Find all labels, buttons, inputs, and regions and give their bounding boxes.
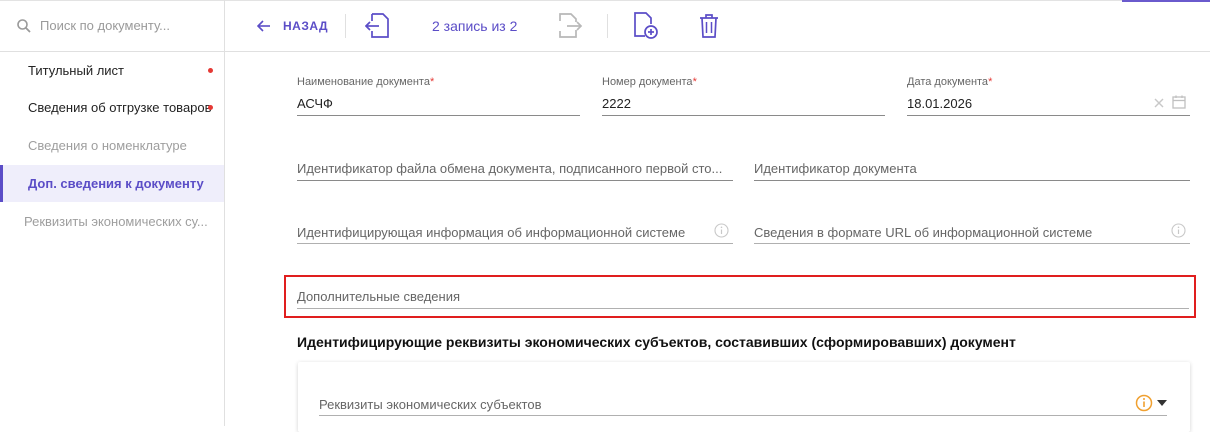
document-date-label: Дата документа* <box>907 76 993 88</box>
document-id-field[interactable]: Идентификатор документа <box>754 158 1190 181</box>
back-button[interactable]: НАЗАД <box>257 0 328 52</box>
clear-icon[interactable] <box>1153 97 1165 109</box>
previous-record-button[interactable] <box>365 0 391 52</box>
entities-card: Реквизиты экономических субъектов <box>298 362 1190 432</box>
entities-select[interactable]: Реквизиты экономических субъектов <box>319 394 1167 416</box>
document-date-field[interactable]: Дата документа* 18.01.2026 <box>907 76 1190 116</box>
document-number-value: 2222 <box>602 96 631 111</box>
info-system-url-field[interactable]: Сведения в формате URL об информационной… <box>754 221 1190 244</box>
info-icon[interactable] <box>1171 223 1186 238</box>
info-system-url-placeholder: Сведения в формате URL об информационной… <box>754 225 1093 240</box>
document-number-field[interactable]: Номер документа* 2222 <box>602 76 885 116</box>
document-number-label: Номер документа* <box>602 76 697 88</box>
document-id-placeholder: Идентификатор документа <box>754 161 917 176</box>
toolbar: НАЗАД 2 запись из 2 <box>225 0 1210 52</box>
sidebar-item-label: Титульный лист <box>28 63 125 78</box>
document-date-value: 18.01.2026 <box>907 96 973 111</box>
entities-select-placeholder: Реквизиты экономических субъектов <box>319 397 542 412</box>
sidebar-item-label: Сведения об отгрузке товаров <box>28 100 212 115</box>
sidebar-item-additional-info[interactable]: Доп. сведения к документу <box>0 165 224 202</box>
add-document-button[interactable] <box>632 0 660 52</box>
document-name-value: АСЧФ <box>297 96 333 111</box>
document-name-label: Наименование документа* <box>297 76 435 88</box>
info-icon[interactable] <box>714 223 729 238</box>
sidebar-item-title-page[interactable]: Титульный лист <box>0 52 224 89</box>
additional-info-field[interactable]: Дополнительные сведения <box>297 286 1189 309</box>
exchange-file-id-field[interactable]: Идентификатор файла обмена документа, по… <box>297 158 733 181</box>
info-system-id-field[interactable]: Идентифицирующая информация об информаци… <box>297 221 733 244</box>
document-previous-icon <box>365 13 389 38</box>
exchange-file-id-placeholder: Идентификатор файла обмена документа, по… <box>297 161 723 176</box>
delete-button[interactable] <box>698 0 720 52</box>
back-label: НАЗАД <box>283 19 329 33</box>
required-dot <box>208 68 213 73</box>
sidebar-item-label: Сведения о номенклатуре <box>28 138 187 153</box>
document-name-field[interactable]: Наименование документа* АСЧФ <box>297 76 580 116</box>
calendar-icon[interactable] <box>1172 95 1186 109</box>
document-next-icon <box>559 13 583 38</box>
arrow-left-icon <box>257 20 270 32</box>
chevron-down-icon[interactable] <box>1157 400 1167 406</box>
sidebar: Титульный лист Сведения об отгрузке това… <box>0 0 225 426</box>
search-box <box>0 0 224 52</box>
trash-icon <box>700 14 718 38</box>
sidebar-item-nomenclature[interactable]: Сведения о номенклатуре <box>0 127 224 164</box>
required-dot <box>208 105 213 110</box>
toolbar-divider <box>345 14 346 38</box>
sidebar-item-entity-requisites[interactable]: Реквизиты экономических су... <box>0 203 224 240</box>
warning-info-icon[interactable] <box>1135 394 1153 412</box>
record-counter: 2 запись из 2 <box>432 18 518 34</box>
search-icon <box>17 18 31 33</box>
next-record-button[interactable] <box>557 0 583 52</box>
sidebar-item-label: Реквизиты экономических су... <box>24 214 208 229</box>
document-add-icon <box>634 12 658 39</box>
sidebar-item-shipment-info[interactable]: Сведения об отгрузке товаров <box>0 89 224 126</box>
search-input[interactable] <box>40 18 210 33</box>
info-system-id-placeholder: Идентифицирующая информация об информаци… <box>297 225 686 240</box>
sidebar-item-label: Доп. сведения к документу <box>28 176 204 191</box>
toolbar-divider <box>607 14 608 38</box>
section-title: Идентифицирующие реквизиты экономических… <box>297 334 1016 350</box>
additional-info-placeholder: Дополнительные сведения <box>297 289 461 304</box>
